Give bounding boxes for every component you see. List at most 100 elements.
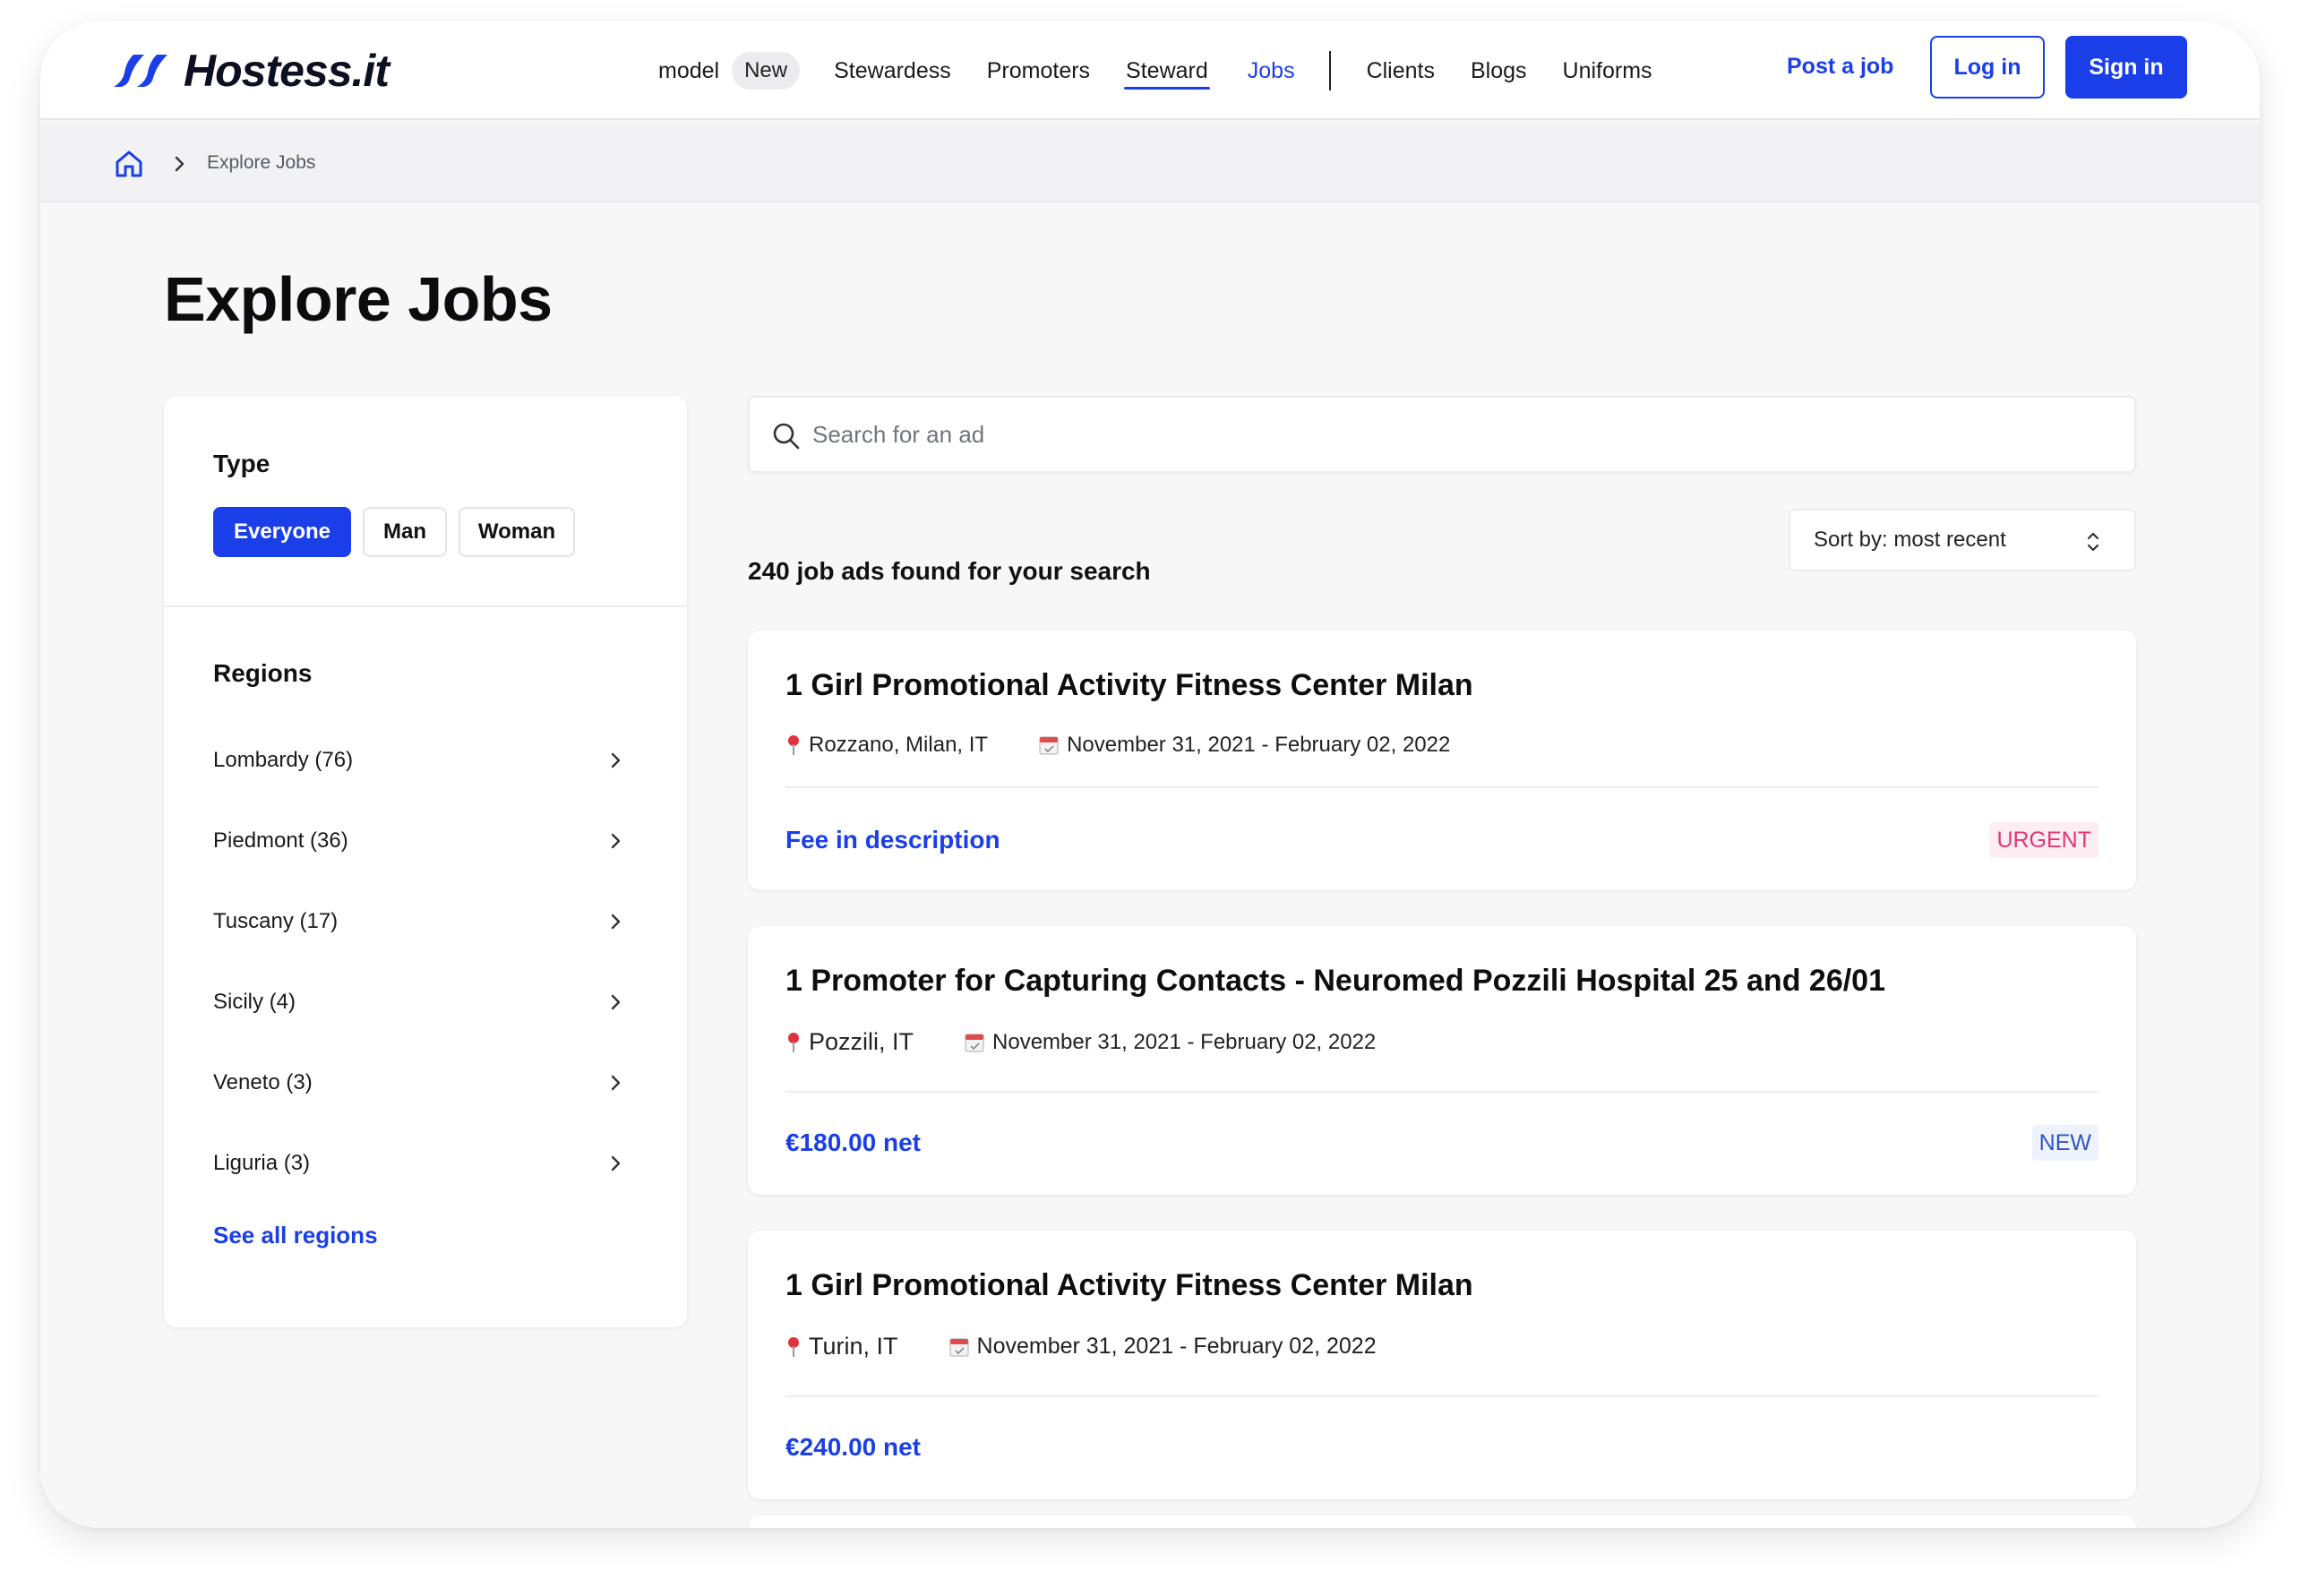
region-label: Tuscany (17) [213, 909, 339, 933]
job-divider [785, 786, 2098, 788]
top-navbar: Hostess.it model New Stewardess Promoter… [40, 21, 2260, 120]
post-job-link[interactable]: Post a job [1787, 54, 1893, 80]
chevron-right-icon [611, 994, 621, 1010]
job-meta: Turin, IT November 31, 2021 - February 0… [785, 1333, 1377, 1360]
logo-text: Hostess.it [184, 46, 390, 96]
breadcrumb: Explore Jobs [40, 122, 2260, 202]
nav-label-clients: Clients [1366, 57, 1435, 83]
logo[interactable]: Hostess.it [114, 39, 390, 102]
results-count: 240 job ads found for your search [748, 557, 1151, 585]
job-title[interactable]: 1 Promoter for Capturing Contacts - Neur… [785, 964, 1885, 999]
region-item-lombardy[interactable]: Lombardy (76) [213, 738, 625, 783]
nav-item-stewardess[interactable]: Stewardess [834, 21, 951, 120]
job-card[interactable]: 1 Promoter for Capturing Contacts - Neur… [748, 926, 2136, 1195]
chevron-right-icon [611, 833, 621, 849]
job-dates-text: November 31, 2021 - February 02, 2022 [976, 1334, 1377, 1359]
job-title[interactable]: 1 Girl Promotional Activity Fitness Cent… [785, 668, 1473, 703]
chevron-right-icon [611, 752, 621, 768]
nav-item-promoters[interactable]: Promoters [987, 21, 1090, 120]
job-card-partial[interactable] [748, 1515, 2136, 1528]
region-label: Liguria (3) [213, 1151, 311, 1175]
nav-label-promoters: Promoters [986, 57, 1091, 83]
region-label: Lombardy (76) [213, 748, 354, 772]
chevron-right-icon [611, 914, 621, 930]
regions-filter-title: Regions [213, 659, 313, 687]
breadcrumb-current: Explore Jobs [207, 152, 316, 173]
type-chip-man[interactable]: Man [363, 507, 447, 557]
nav-item-uniforms[interactable]: Uniforms [1563, 21, 1652, 120]
filter-divider [164, 605, 687, 607]
nav-item-blogs[interactable]: Blogs [1471, 21, 1527, 120]
job-fee: Fee in description [785, 826, 1000, 854]
nav-label-model: model [658, 57, 720, 83]
nav-label-uniforms: Uniforms [1562, 57, 1652, 83]
region-item-tuscany[interactable]: Tuscany (17) [213, 899, 625, 944]
type-chip-everyone[interactable]: Everyone [213, 507, 351, 557]
new-badge: NEW [2031, 1125, 2098, 1161]
job-divider [785, 1091, 2098, 1093]
job-dates: November 31, 2021 - February 02, 2022 [964, 1030, 1376, 1055]
search-input[interactable] [812, 398, 2120, 471]
location-pin-icon [788, 1336, 799, 1357]
location-pin-icon [788, 1032, 799, 1052]
nav-item-model[interactable]: model New [658, 21, 801, 120]
region-item-sicily[interactable]: Sicily (4) [213, 980, 625, 1025]
nav-label-jobs: Jobs [1247, 57, 1295, 83]
nav-label-stewardess: Stewardess [834, 57, 951, 83]
logo-icon [114, 55, 167, 87]
job-card[interactable]: 1 Girl Promotional Activity Fitness Cent… [748, 1231, 2136, 1499]
job-card[interactable]: 1 Girl Promotional Activity Fitness Cent… [748, 631, 2136, 890]
region-item-piedmont[interactable]: Piedmont (36) [213, 819, 625, 863]
calendar-icon [948, 1337, 969, 1357]
chevron-right-icon [611, 1155, 621, 1171]
sort-label: Sort by: most recent [1814, 528, 2006, 552]
job-meta: Rozzano, Milan, IT November 31, 2021 - F… [785, 733, 1450, 758]
search-icon [773, 423, 800, 450]
job-dates-text: November 31, 2021 - February 02, 2022 [1067, 733, 1451, 757]
region-label: Veneto (3) [213, 1070, 313, 1094]
job-fee: €180.00 net [785, 1128, 921, 1156]
type-chip-woman[interactable]: Woman [459, 507, 575, 557]
urgent-badge: URGENT [1989, 822, 2098, 858]
login-button[interactable]: Log in [1930, 36, 2045, 99]
sort-select[interactable]: Sort by: most recent [1789, 509, 2136, 571]
chevron-right-icon [175, 156, 185, 172]
job-location: Pozzili, IT [785, 1028, 914, 1056]
signin-button[interactable]: Sign in [2065, 36, 2187, 99]
new-badge: New [732, 52, 801, 90]
chevron-right-icon [611, 1075, 621, 1091]
see-all-regions-link[interactable]: See all regions [213, 1222, 378, 1249]
job-dates: November 31, 2021 - February 02, 2022 [948, 1334, 1377, 1360]
search-box [748, 396, 2136, 473]
page-title: Explore Jobs [164, 264, 553, 334]
job-title[interactable]: 1 Girl Promotional Activity Fitness Cent… [785, 1268, 1473, 1303]
nav-separator [1328, 51, 1331, 90]
job-dates-text: November 31, 2021 - February 02, 2022 [992, 1029, 1377, 1054]
nav-label-blogs: Blogs [1471, 57, 1527, 83]
job-location: Turin, IT [785, 1333, 898, 1360]
nav-item-clients[interactable]: Clients [1367, 21, 1435, 120]
calendar-icon [1039, 736, 1059, 755]
job-location-text: Rozzano, Milan, IT [809, 733, 989, 757]
home-icon[interactable] [114, 149, 144, 179]
region-item-liguria[interactable]: Liguria (3) [213, 1141, 625, 1186]
location-pin-icon [788, 735, 799, 755]
nav-item-jobs[interactable]: Jobs [1248, 21, 1295, 120]
nav-item-steward[interactable]: Steward [1124, 21, 1210, 120]
browser-window: Hostess.it model New Stewardess Promoter… [40, 21, 2260, 1528]
job-location-text: Pozzili, IT [809, 1028, 914, 1055]
filters-panel: Type Everyone Man Woman Regions Lombardy… [164, 396, 687, 1327]
sort-updown-icon [2087, 532, 2099, 552]
job-meta: Pozzili, IT November 31, 2021 - February… [785, 1028, 1376, 1056]
nav-label-steward: Steward [1126, 57, 1208, 83]
job-fee: €240.00 net [785, 1433, 921, 1461]
job-location: Rozzano, Milan, IT [785, 733, 988, 758]
job-dates: November 31, 2021 - February 02, 2022 [1038, 733, 1450, 758]
region-item-veneto[interactable]: Veneto (3) [213, 1060, 625, 1105]
region-label: Sicily (4) [213, 990, 296, 1014]
region-label: Piedmont (36) [213, 828, 348, 853]
main-nav: model New Stewardess Promoters Steward J… [658, 21, 1652, 120]
calendar-icon [965, 1033, 984, 1052]
type-filter-title: Type [213, 450, 270, 477]
job-location-text: Turin, IT [809, 1333, 898, 1360]
